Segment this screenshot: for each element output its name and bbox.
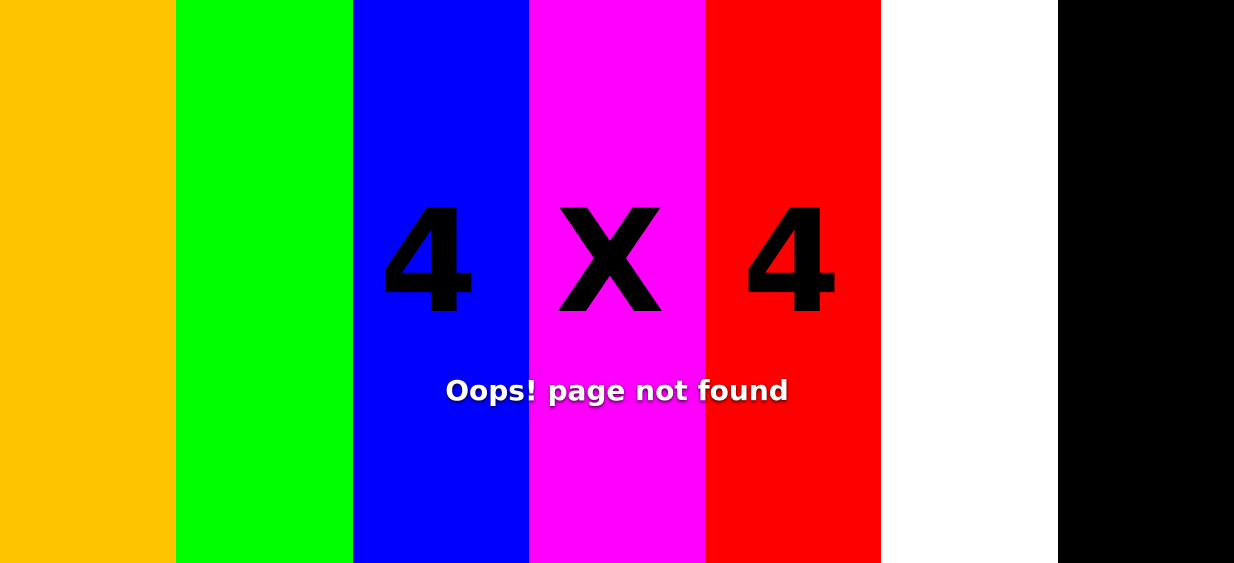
not-found-page: 4 X 4 Oops! page not found: [0, 0, 1234, 563]
error-message: Oops! page not found: [445, 374, 789, 407]
error-content: 4 X 4 Oops! page not found: [0, 0, 1234, 563]
error-code: 4 X 4: [379, 180, 855, 345]
